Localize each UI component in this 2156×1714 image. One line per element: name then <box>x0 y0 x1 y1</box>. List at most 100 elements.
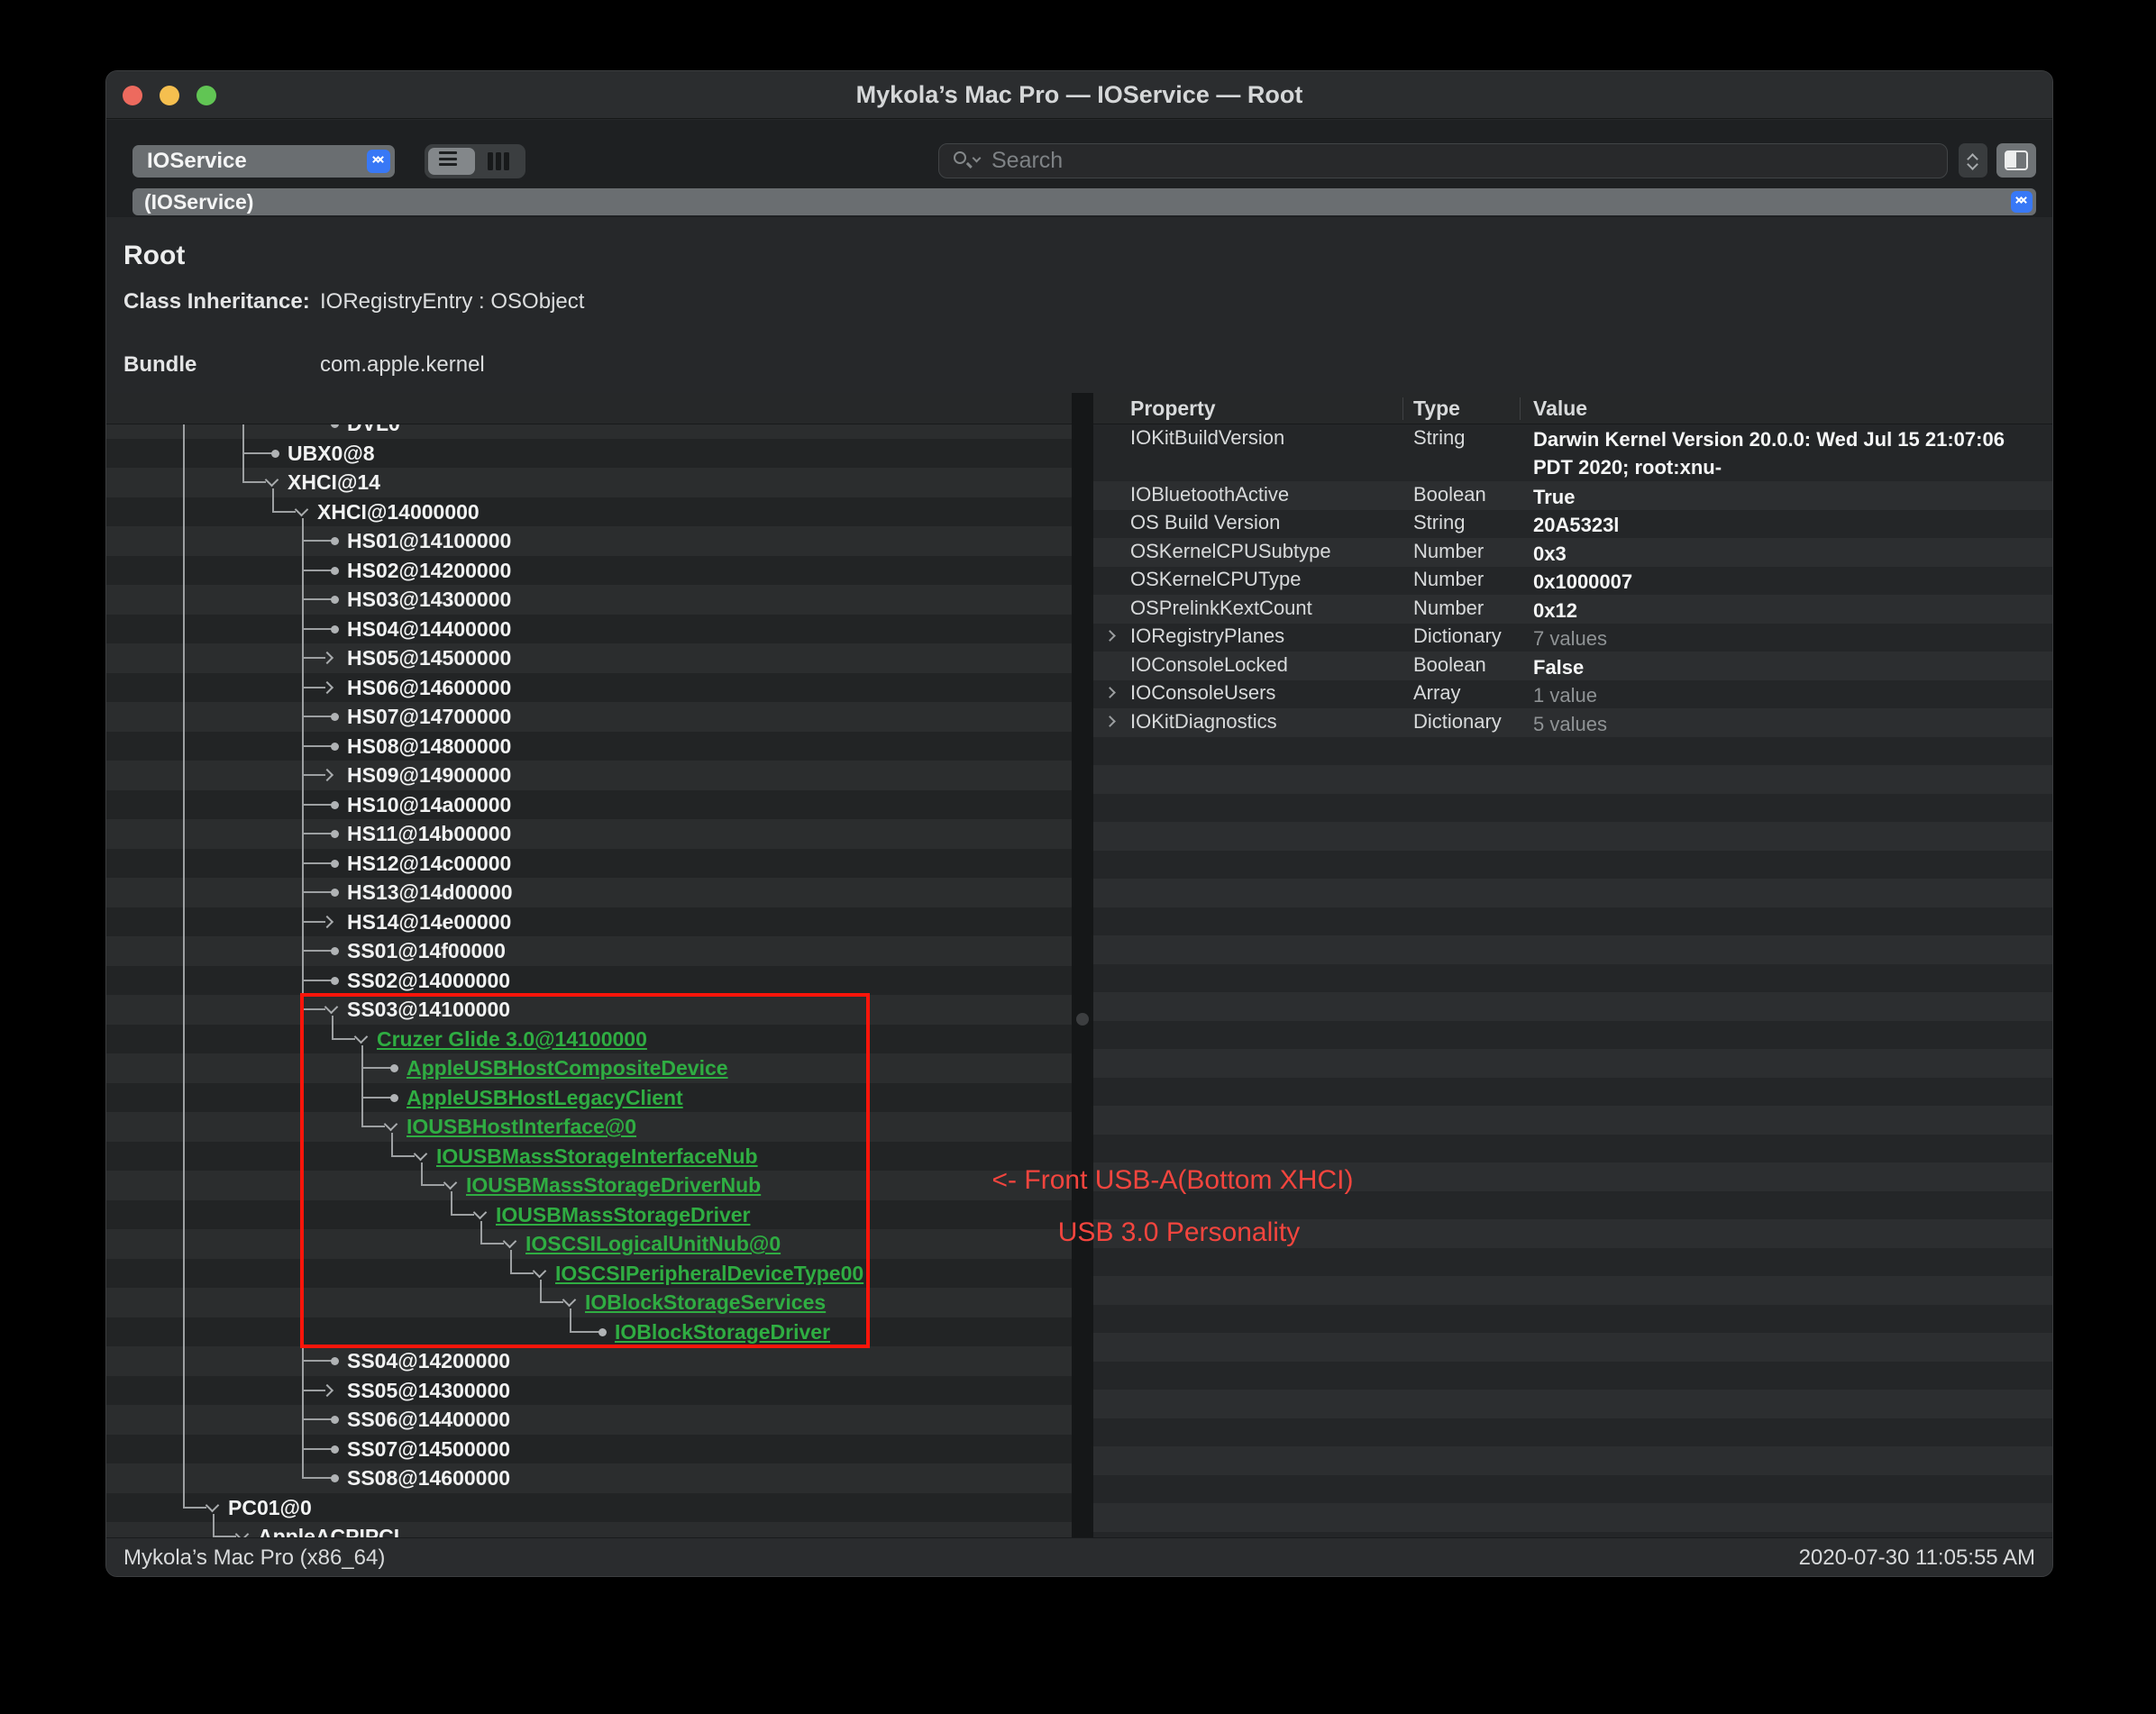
chevron-down-icon[interactable] <box>533 1263 547 1278</box>
tree-row-AppleUSBHostCompositeDevice[interactable]: AppleUSBHostCompositeDevice <box>106 1053 1072 1083</box>
property-row-OSKernelCPUType[interactable]: OSKernelCPUTypeNumber0x1000007 <box>1093 567 2053 596</box>
chevron-down-icon[interactable] <box>562 1293 577 1308</box>
tree-node-link[interactable]: IOBlockStorageServices <box>585 1288 826 1317</box>
chevron-down-icon[interactable] <box>324 1000 339 1015</box>
tree-row-IOSCSIPeripheralDeviceType00[interactable]: IOSCSIPeripheralDeviceType00 <box>106 1259 1072 1289</box>
tree-row-HS05-14500000[interactable]: HS05@14500000 <box>106 643 1072 673</box>
column-separator[interactable] <box>1402 397 1403 420</box>
tree-node-label[interactable]: SS07@14500000 <box>347 1435 510 1464</box>
disclosure-chevron-icon[interactable] <box>1104 630 1116 642</box>
tree-row-IOBlockStorageServices[interactable]: IOBlockStorageServices <box>106 1288 1072 1317</box>
tree-node-link[interactable]: AppleUSBHostLegacyClient <box>407 1083 683 1113</box>
tree-row-HS13-14d00000[interactable]: HS13@14d00000 <box>106 878 1072 907</box>
column-header-value[interactable]: Value <box>1533 393 1587 424</box>
tree-node-label[interactable]: HS14@14e00000 <box>347 907 511 937</box>
chevron-down-icon[interactable] <box>235 1527 250 1537</box>
property-row-IOBluetoothActive[interactable]: IOBluetoothActiveBooleanTrue <box>1093 481 2053 510</box>
tree-node-link[interactable]: AppleUSBHostCompositeDevice <box>407 1053 728 1083</box>
tree-node-label[interactable]: HS04@14400000 <box>347 615 511 644</box>
property-row-OS-Build-Version[interactable]: OS Build VersionString20A5323l <box>1093 510 2053 539</box>
tree-node-link[interactable]: IOUSBMassStorageDriver <box>496 1200 751 1230</box>
tree-node-label[interactable]: XHCI@14000000 <box>317 497 480 527</box>
column-header-type[interactable]: Type <box>1413 393 1460 424</box>
inspector-toggle-button[interactable] <box>1996 143 2036 178</box>
tree-row-HS03-14300000[interactable]: HS03@14300000 <box>106 585 1072 615</box>
tree-node-label[interactable]: UBX0@8 <box>288 439 375 469</box>
tree-node-label[interactable]: HS13@14d00000 <box>347 878 513 907</box>
tree-row-XHCI-14000000[interactable]: XHCI@14000000 <box>106 497 1072 527</box>
chevron-down-icon[interactable] <box>265 473 279 488</box>
tree-node-label[interactable]: SS04@14200000 <box>347 1346 510 1376</box>
tree-row-Cruzer-Glide-3-0-14100000[interactable]: Cruzer Glide 3.0@14100000 <box>106 1025 1072 1054</box>
search-field[interactable]: Search <box>938 143 1948 178</box>
tree-row-SS01-14f00000[interactable]: SS01@14f00000 <box>106 936 1072 966</box>
tree-row-SS06-14400000[interactable]: SS06@14400000 <box>106 1405 1072 1435</box>
tree-node-label[interactable]: HS09@14900000 <box>347 761 511 790</box>
tree-node-label[interactable]: HS01@14100000 <box>347 526 511 556</box>
chevron-right-icon[interactable] <box>321 915 333 927</box>
chevron-down-icon[interactable] <box>503 1235 517 1249</box>
tree-node-link[interactable]: IOBlockStorageDriver <box>615 1317 830 1347</box>
tree-node-label[interactable]: HS03@14300000 <box>347 585 511 615</box>
tree-row-HS10-14a00000[interactable]: HS10@14a00000 <box>106 790 1072 820</box>
tree-node-link[interactable]: IOUSBHostInterface@0 <box>407 1112 636 1142</box>
disclosure-chevron-icon[interactable] <box>1104 716 1116 727</box>
tree-row-UBX0-8[interactable]: UBX0@8 <box>106 439 1072 469</box>
tree-row-XHCI-14[interactable]: XHCI@14 <box>106 468 1072 497</box>
property-row-IOKitBuildVersion[interactable]: IOKitBuildVersionStringDarwin Kernel Ver… <box>1093 424 2053 481</box>
chevron-down-icon[interactable] <box>443 1176 458 1190</box>
tree-node-label[interactable]: SS05@14300000 <box>347 1376 510 1406</box>
tree-row-IOUSBMassStorageDriverNub[interactable]: IOUSBMassStorageDriverNub <box>106 1171 1072 1200</box>
tree-row-IOSCSILogicalUnitNub-0[interactable]: IOSCSILogicalUnitNub@0 <box>106 1229 1072 1259</box>
tree-node-link[interactable]: IOSCSILogicalUnitNub@0 <box>525 1229 781 1259</box>
tree-row-SS03-14100000[interactable]: SS03@14100000 <box>106 995 1072 1025</box>
tree-node-label[interactable]: HS08@14800000 <box>347 732 511 761</box>
tree-row-SS02-14000000[interactable]: SS02@14000000 <box>106 966 1072 996</box>
tree-row-IOUSBMassStorageDriver[interactable]: IOUSBMassStorageDriver <box>106 1200 1072 1230</box>
view-mode-segmented-control[interactable] <box>425 144 525 178</box>
tree-node-link[interactable]: IOUSBMassStorageInterfaceNub <box>436 1142 758 1172</box>
pane-divider[interactable] <box>1072 393 1093 1537</box>
scrollbar-thumb[interactable] <box>1076 1013 1089 1026</box>
tree-row-HS08-14800000[interactable]: HS08@14800000 <box>106 732 1072 761</box>
tree-row-HS04-14400000[interactable]: HS04@14400000 <box>106 615 1072 644</box>
tree-row-HS06-14600000[interactable]: HS06@14600000 <box>106 673 1072 703</box>
tree-node-label[interactable]: PC01@0 <box>228 1493 312 1523</box>
tree-row-HS14-14e00000[interactable]: HS14@14e00000 <box>106 907 1072 937</box>
tree-row-HS09-14900000[interactable]: HS09@14900000 <box>106 761 1072 790</box>
plane-path-bar[interactable]: (IOService) <box>132 188 2036 215</box>
column-view-icon[interactable] <box>488 152 515 170</box>
chevron-down-icon[interactable] <box>295 502 309 516</box>
tree-row-IOBlockStorageDriver[interactable]: IOBlockStorageDriver <box>106 1317 1072 1347</box>
tree-node-link[interactable]: Cruzer Glide 3.0@14100000 <box>377 1025 647 1054</box>
property-row-OSKernelCPUSubtype[interactable]: OSKernelCPUSubtypeNumber0x3 <box>1093 538 2053 567</box>
tree-node-link[interactable]: IOUSBMassStorageDriverNub <box>466 1171 761 1200</box>
tree-node-label[interactable]: HS02@14200000 <box>347 556 511 586</box>
tree-row-SS07-14500000[interactable]: SS07@14500000 <box>106 1435 1072 1464</box>
property-row-OSPrelinkKextCount[interactable]: OSPrelinkKextCountNumber0x12 <box>1093 595 2053 624</box>
tree-row-SS08-14600000[interactable]: SS08@14600000 <box>106 1463 1072 1493</box>
tree-node-label[interactable]: SS08@14600000 <box>347 1463 510 1493</box>
tree-node-label[interactable]: HS12@14c00000 <box>347 849 511 879</box>
tree-node-label[interactable]: XHCI@14 <box>288 468 380 497</box>
tree-node-label[interactable]: HS11@14b00000 <box>347 819 511 849</box>
tree-row-DVL0[interactable]: DVL0 <box>106 424 1072 439</box>
chevron-down-icon[interactable] <box>414 1146 428 1161</box>
tree-node-label[interactable]: HS07@14700000 <box>347 702 511 732</box>
tree-row-PC01-0[interactable]: PC01@0 <box>106 1493 1072 1523</box>
chevron-down-icon[interactable] <box>473 1205 488 1219</box>
tree-node-label[interactable]: SS03@14100000 <box>347 995 510 1025</box>
tree-row-AppleACPIPCI[interactable]: AppleACPIPCI <box>106 1522 1072 1537</box>
column-header-property[interactable]: Property <box>1130 393 1216 424</box>
tree-row-SS05-14300000[interactable]: SS05@14300000 <box>106 1376 1072 1406</box>
chevron-right-icon[interactable] <box>321 680 333 693</box>
chevron-down-icon[interactable] <box>206 1498 220 1512</box>
column-separator[interactable] <box>1520 397 1521 420</box>
tree-node-label[interactable]: HS05@14500000 <box>347 643 511 673</box>
tree-node-label[interactable]: SS01@14f00000 <box>347 936 506 966</box>
tree-row-HS01-14100000[interactable]: HS01@14100000 <box>106 526 1072 556</box>
chevron-down-icon[interactable] <box>384 1117 398 1132</box>
tree-row-HS02-14200000[interactable]: HS02@14200000 <box>106 556 1072 586</box>
chevron-right-icon[interactable] <box>321 1383 333 1396</box>
tree-row-IOUSBHostInterface-0[interactable]: IOUSBHostInterface@0 <box>106 1112 1072 1142</box>
